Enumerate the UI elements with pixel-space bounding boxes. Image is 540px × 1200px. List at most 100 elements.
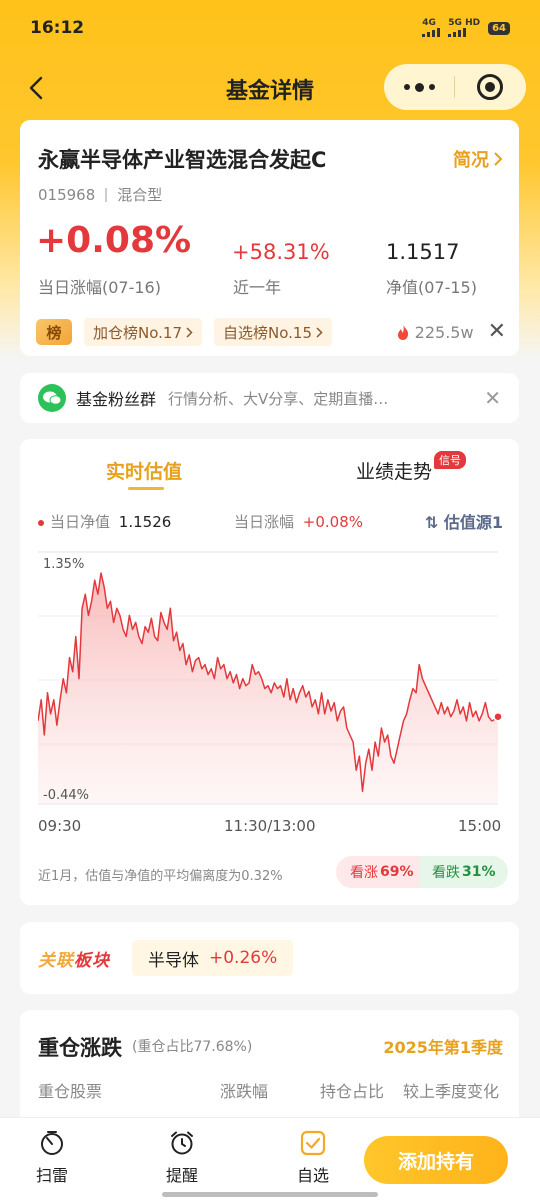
rise-label: 看涨 bbox=[350, 865, 378, 881]
close-banner-icon[interactable]: ✕ bbox=[484, 386, 501, 410]
fund-name: 永赢半导体产业智选混合发起C bbox=[38, 148, 327, 172]
tag1-label: 加仓榜No.17 bbox=[93, 323, 182, 342]
status-icons: 4G 5G HD 64 bbox=[422, 19, 510, 37]
more-icon[interactable] bbox=[384, 82, 454, 92]
hot-count: 225.5w bbox=[395, 323, 474, 342]
day-change-label: 当日涨幅(07-16) bbox=[38, 278, 161, 297]
ranking-badge-icon: 榜 bbox=[36, 319, 72, 345]
year-change-value: +58.31% bbox=[232, 240, 330, 264]
status-bar: 16:12 4G 5G HD 64 bbox=[0, 0, 540, 56]
related-sector-logo: 关联板块 bbox=[38, 946, 110, 971]
checkbox-checked-icon bbox=[300, 1130, 326, 1156]
toolbar-scan-risk[interactable]: 扫雷 bbox=[22, 1130, 82, 1186]
nav-label: 净值(07-15) bbox=[386, 278, 477, 297]
tab-underline bbox=[128, 487, 164, 490]
chevron-right-icon bbox=[186, 326, 193, 338]
nav-bar: 基金详情 bbox=[0, 62, 540, 116]
network-label-1: 4G bbox=[422, 18, 436, 28]
tag-add-position-rank[interactable]: 加仓榜No.17 bbox=[84, 318, 202, 346]
chevron-right-icon bbox=[316, 326, 323, 338]
col-header-stock: 重仓股票 bbox=[38, 1082, 103, 1101]
ranking-tags-row: 榜 加仓榜No.17 自选榜No.15 225.5w ✕ bbox=[36, 318, 506, 346]
col-header-weight: 持仓占比 bbox=[320, 1082, 385, 1101]
toolbar-scan-risk-label: 扫雷 bbox=[35, 1166, 68, 1185]
tab-realtime-valuation[interactable]: 实时估值 bbox=[106, 457, 182, 484]
valuation-source-toggle[interactable]: ⇅ 估值源1 bbox=[425, 509, 503, 533]
chevron-right-icon bbox=[494, 152, 503, 166]
change-info-value: +0.08% bbox=[302, 513, 364, 531]
fund-code: 015968 bbox=[38, 185, 96, 204]
x-tick-end: 15:00 bbox=[458, 817, 502, 835]
y-tick-min: -0.44% bbox=[43, 788, 89, 803]
fan-group-banner[interactable]: 基金粉丝群 行情分析、大V分享、定期直播… ✕ bbox=[20, 373, 519, 423]
vote-rise-button[interactable]: 看涨 69% bbox=[336, 856, 428, 888]
change-info: 当日涨幅 +0.08% bbox=[234, 511, 363, 532]
group-title: 基金粉丝群 bbox=[76, 390, 157, 409]
close-miniapp-icon[interactable] bbox=[455, 74, 525, 100]
brief-link-label: 简况 bbox=[453, 150, 489, 171]
quarter-selector[interactable]: 2025年第1季度 bbox=[383, 1034, 503, 1058]
battery-icon: 64 bbox=[488, 21, 510, 35]
vote-fall-button[interactable]: 看跌 31% bbox=[420, 856, 508, 888]
rise-value: 69% bbox=[380, 864, 414, 880]
nav-info-value: 1.1526 bbox=[118, 513, 172, 531]
miniapp-capsule bbox=[384, 64, 526, 110]
tag-watchlist-rank[interactable]: 自选榜No.15 bbox=[214, 318, 332, 346]
nav-info: 当日净值 1.1526 bbox=[38, 511, 171, 532]
fund-type: 混合型 bbox=[117, 186, 163, 204]
holdings-ratio: (重仓占比77.68%) bbox=[132, 1039, 253, 1055]
fund-info-card: 永赢半导体产业智选混合发起C 简况 015968 混合型 +0.08% 当日涨幅… bbox=[20, 120, 519, 356]
related-sector-card: 关联板块 半导体 +0.26% bbox=[20, 922, 519, 994]
status-time: 16:12 bbox=[30, 18, 85, 38]
brief-link[interactable]: 简况 bbox=[453, 146, 503, 172]
x-tick-mid: 11:30/13:00 bbox=[224, 817, 316, 835]
back-arrow-icon[interactable] bbox=[24, 72, 52, 104]
scan-risk-icon bbox=[41, 1131, 63, 1155]
valuation-chart-card: 实时估值 业绩走势 信号 当日净值 1.1526 当日涨幅 +0.08% ⇅ 估… bbox=[20, 439, 519, 905]
sector-name: 半导体 bbox=[148, 950, 199, 971]
x-tick-start: 09:30 bbox=[38, 817, 82, 835]
tab-performance-trend[interactable]: 业绩走势 bbox=[356, 457, 432, 484]
toolbar-watchlist-label: 自选 bbox=[296, 1166, 329, 1185]
series-end-point bbox=[493, 711, 502, 722]
hot-count-value: 225.5w bbox=[414, 322, 474, 342]
fall-value: 31% bbox=[462, 864, 496, 880]
add-holding-button[interactable]: 添加持有 bbox=[364, 1136, 508, 1184]
col-header-qoq: 较上季度变化 bbox=[403, 1082, 500, 1101]
year-change-label: 近一年 bbox=[233, 278, 282, 297]
day-change-value: +0.08% bbox=[36, 220, 192, 261]
home-indicator bbox=[162, 1192, 378, 1197]
holdings-title: 重仓涨跌 bbox=[38, 1036, 122, 1060]
sector-item-semiconductor[interactable]: 半导体 +0.26% bbox=[132, 940, 294, 976]
nav-value: 1.1517 bbox=[386, 240, 460, 264]
sector-logo-b: 板块 bbox=[74, 951, 110, 971]
fall-label: 看跌 bbox=[432, 865, 460, 881]
fund-meta: 015968 混合型 bbox=[38, 184, 162, 205]
top-holdings-card: 重仓涨跌 (重仓占比77.68%) 2025年第1季度 重仓股票 涨跌幅 持仓占… bbox=[20, 1010, 519, 1130]
y-tick-max: 1.35% bbox=[43, 557, 84, 572]
network-label-2: 5G HD bbox=[448, 18, 481, 28]
signal-badge: 信号 bbox=[434, 451, 466, 469]
meta-divider bbox=[105, 187, 108, 202]
signal-5g-icon: 5G HD bbox=[448, 19, 480, 37]
toolbar-watchlist[interactable]: 自选 bbox=[283, 1130, 343, 1186]
page-title: 基金详情 bbox=[225, 79, 314, 104]
tag2-label: 自选榜No.15 bbox=[223, 323, 312, 342]
bottom-toolbar: 扫雷 提醒 自选 添加持有 bbox=[0, 1117, 540, 1200]
nav-info-label: 当日净值 bbox=[50, 513, 111, 531]
group-desc: 行情分析、大V分享、定期直播… bbox=[168, 389, 389, 408]
sector-change: +0.26% bbox=[209, 948, 278, 968]
wechat-icon bbox=[38, 384, 66, 412]
change-info-label: 当日涨幅 bbox=[234, 513, 295, 531]
sector-logo-a: 关联 bbox=[38, 951, 74, 971]
intraday-chart: 1.35% -0.44% bbox=[38, 551, 502, 805]
nav-dot-icon bbox=[38, 519, 44, 526]
signal-4g-icon: 4G bbox=[422, 18, 441, 37]
flame-icon bbox=[397, 324, 408, 340]
toolbar-reminder-label: 提醒 bbox=[165, 1166, 198, 1185]
deviation-note: 近1月，估值与净值的平均偏离度为0.32% bbox=[38, 869, 283, 884]
alarm-clock-icon bbox=[171, 1131, 193, 1155]
close-tags-icon[interactable]: ✕ bbox=[488, 321, 506, 343]
col-header-change: 涨跌幅 bbox=[220, 1082, 269, 1101]
toolbar-reminder[interactable]: 提醒 bbox=[152, 1130, 212, 1186]
